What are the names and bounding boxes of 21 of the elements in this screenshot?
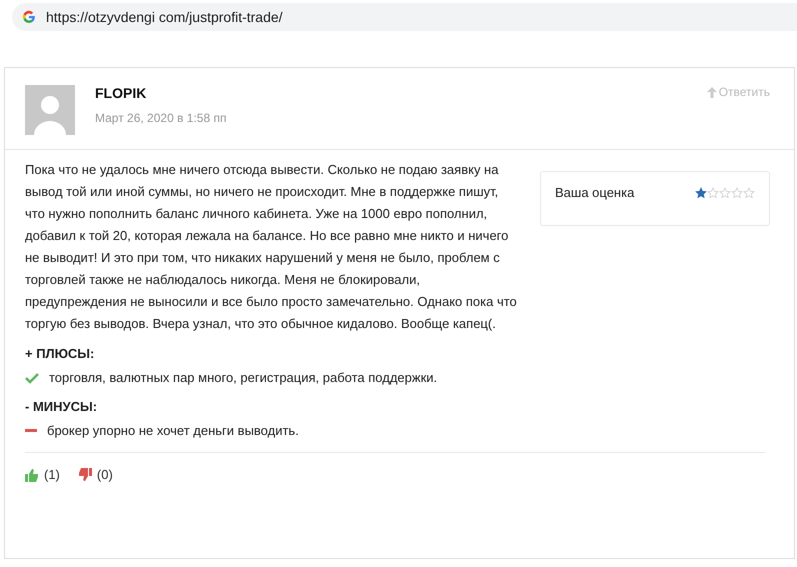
section-text: торговля, валютных пар много, регистрация, работа поддержки. — [49, 370, 438, 385]
filled-star-icon[interactable] — [695, 187, 707, 199]
section-text: брокер упорно не хочет деньги выводить. — [47, 423, 299, 438]
thumbs-down-icon — [78, 468, 92, 482]
review-text: Пока что не удалось мне ничего отсюда вывести. Сколько не подаю заявку на вывод той или иной суммы, но ничего не происходит. Мне в поддержке пишут, что нужно пополнить баланс личного кабинета. Уже на 1000 евро пополнил, добавил к той 20, которая лежала на балансе. Но все равно мне никто и ничего не выводит! И это при том, что никаких нарушений у меня не было, проблем с торговлей также не наблюдалось никогда. Меня не блокировали, предупреждения не выносили и все было просто замечательно. Однако пока что торгую без выводов. Вчера узнал, что это обычное кидалово. Вообще капец(. — [25, 161, 518, 333]
section-heading: + ПЛЮСЫ: — [25, 346, 96, 361]
author-name: FLOPIK — [95, 85, 148, 101]
empty-star-icon[interactable] — [719, 187, 731, 199]
thumbs-up-icon — [25, 468, 39, 482]
rating-label: Ваша оценка — [555, 185, 634, 202]
address-bar[interactable]: https://otzyvdengi com/justprofit-trade/ — [12, 3, 797, 31]
empty-star-icon[interactable] — [743, 187, 755, 199]
vote-button[interactable]: (1) — [25, 467, 60, 482]
arrow-up-icon — [706, 86, 717, 98]
review-date: Март 26, 2020 в 1:58 пп — [95, 111, 228, 125]
section-heading: - МИНУСЫ: — [25, 399, 98, 414]
empty-star-icon[interactable] — [731, 187, 743, 199]
vote-button[interactable]: (0) — [78, 467, 113, 482]
url-text[interactable]: https://otzyvdengi com/justprofit-trade/ — [46, 9, 283, 25]
google-icon — [22, 10, 36, 24]
check-icon — [25, 372, 39, 384]
